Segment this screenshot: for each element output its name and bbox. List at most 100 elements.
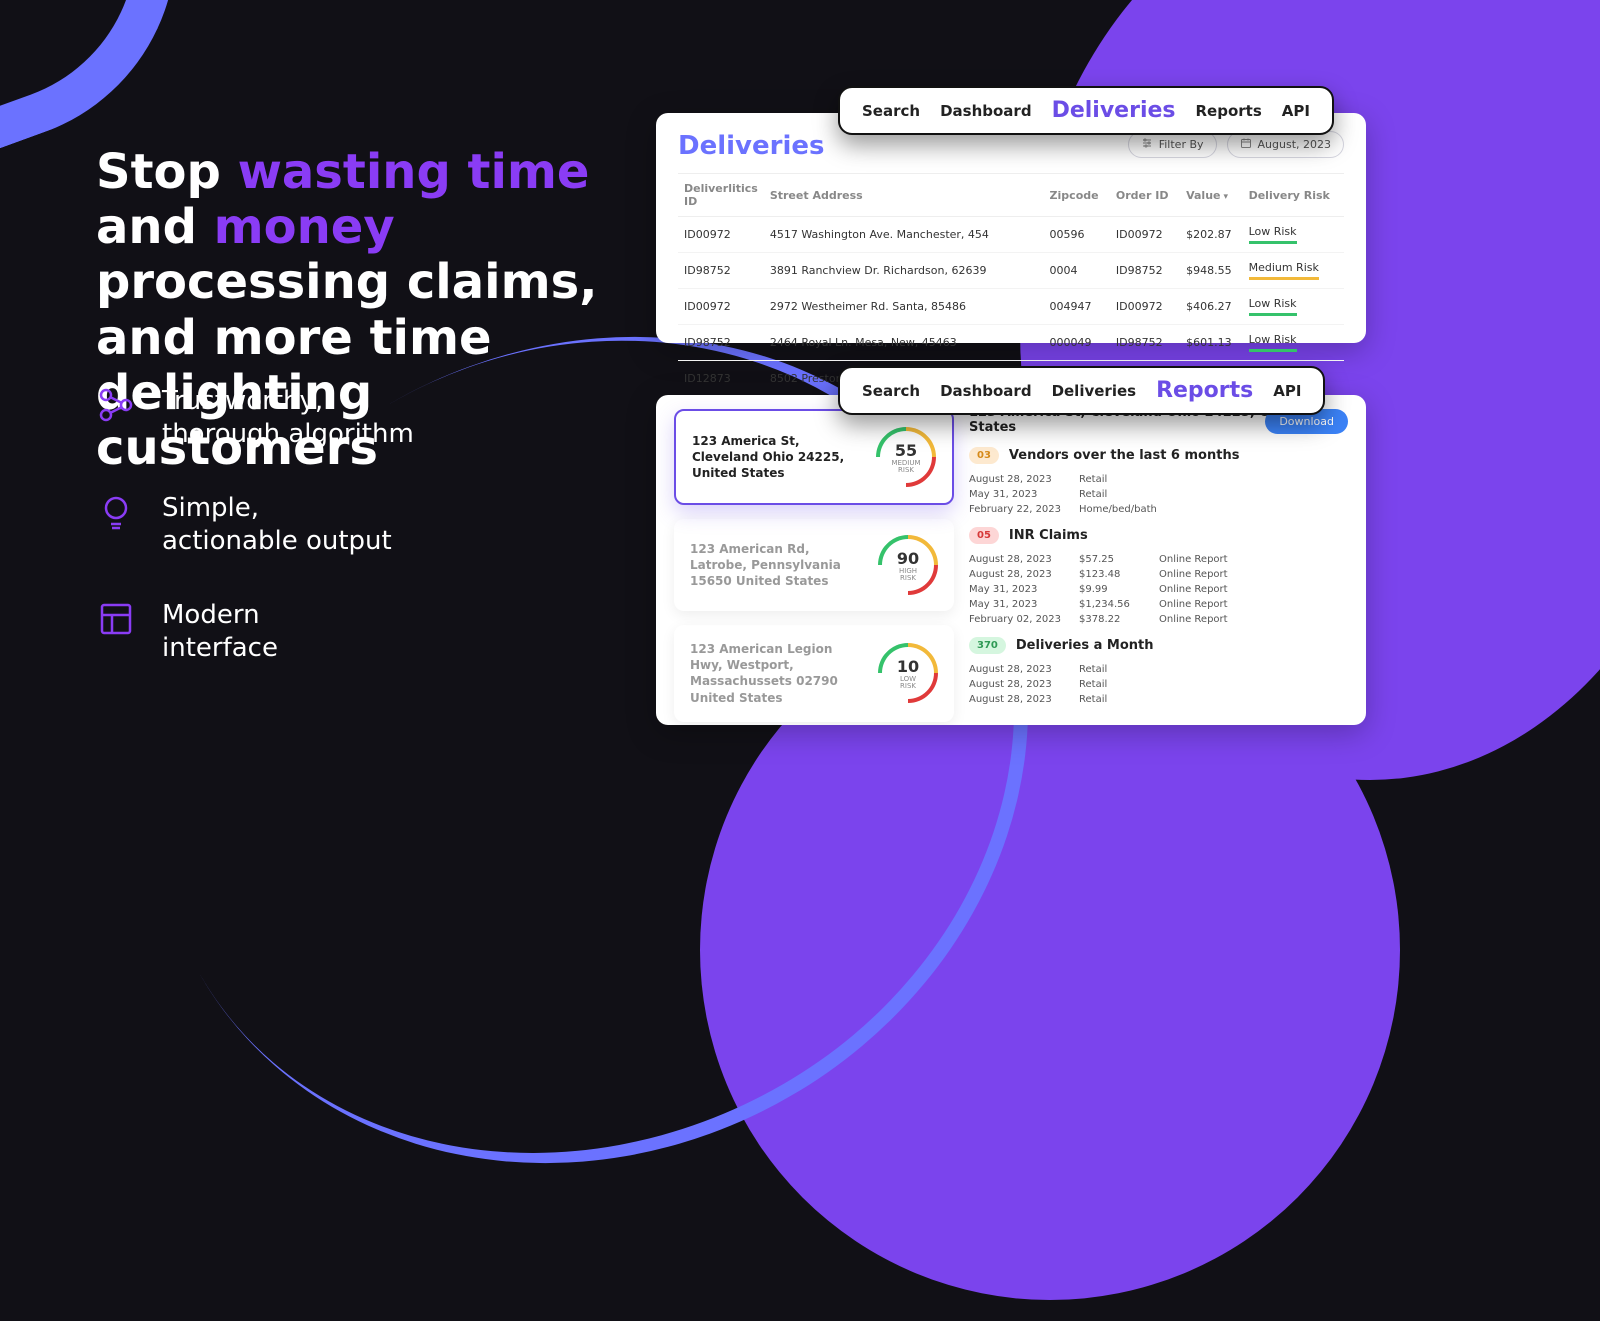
col-order-id[interactable]: Order ID [1110, 174, 1180, 217]
cell-val: $406.27 [1180, 289, 1242, 325]
nav-item-reports[interactable]: Reports [1196, 102, 1262, 120]
cell-id: ID00972 [678, 289, 764, 325]
col-zipcode[interactable]: Zipcode [1044, 174, 1110, 217]
nav-item-search[interactable]: Search [862, 102, 920, 120]
report-row: May 31, 2023Retail [969, 487, 1348, 502]
features-list: Trustworthy,thorough algorithm Simple,ac… [96, 385, 596, 706]
address-card[interactable]: 123 American Rd, Latrobe, Pennsylvania 1… [674, 519, 954, 611]
cell-addr: 2972 Westheimer Rd. Santa, 85486 [764, 289, 1044, 325]
report-row: May 31, 2023$9.99Online Report [969, 582, 1348, 597]
col-delivery-risk[interactable]: Delivery Risk [1243, 174, 1344, 217]
cell-val: $601.13 [1180, 325, 1242, 361]
deliveries-card: Deliveries Filter By August, 2023 Delive… [656, 113, 1366, 343]
report-section: 370 Deliveries a Month August 28, 2023Re… [969, 637, 1348, 707]
nav-item-api[interactable]: API [1273, 382, 1301, 400]
cell-addr: 3891 Ranchview Dr. Richardson, 62639 [764, 253, 1044, 289]
nav-pill-reports: Search Dashboard Deliveries Reports API [838, 366, 1325, 415]
report-row: August 28, 2023Retail [969, 692, 1348, 707]
cell-val: $202.87 [1180, 217, 1242, 253]
cell-zip: 000049 [1044, 325, 1110, 361]
bulb-icon [96, 492, 136, 532]
date-button[interactable]: August, 2023 [1227, 131, 1344, 158]
nav-item-deliveries[interactable]: Deliveries [1052, 98, 1176, 123]
feature-item: Moderninterface [96, 599, 596, 664]
feature-item: Simple,actionable output [96, 492, 596, 557]
cell-id: ID98752 [678, 325, 764, 361]
report-section: 05 INR Claims August 28, 2023$57.25Onlin… [969, 527, 1348, 627]
count-badge: 05 [969, 527, 999, 544]
nodes-icon [96, 385, 136, 425]
address-text: 123 America St, Cleveland Ohio 24225, Un… [692, 433, 864, 482]
feature-text: Trustworthy,thorough algorithm [162, 385, 414, 450]
report-row: August 28, 2023Retail [969, 677, 1348, 692]
address-text: 123 American Legion Hwy, Westport, Massa… [690, 641, 866, 706]
nav-item-dashboard[interactable]: Dashboard [940, 382, 1031, 400]
cell-val: $948.55 [1180, 253, 1242, 289]
cell-oid: ID98752 [1110, 253, 1180, 289]
cell-risk: Low Risk [1243, 325, 1344, 361]
nav-item-search[interactable]: Search [862, 382, 920, 400]
gauge-label: HIGHRISK [899, 568, 917, 582]
col-value[interactable]: Value▾ [1180, 174, 1242, 217]
address-text: 123 American Rd, Latrobe, Pennsylvania 1… [690, 541, 866, 590]
gauge-value: 90 [897, 549, 919, 568]
col-deliverlitics-id[interactable]: Deliverlitics ID [678, 174, 764, 217]
report-section: 03 Vendors over the last 6 months August… [969, 447, 1348, 517]
cell-addr: 4517 Washington Ave. Manchester, 454 [764, 217, 1044, 253]
table-row[interactable]: ID98752 3891 Ranchview Dr. Richardson, 6… [678, 253, 1344, 289]
report-row: May 31, 2023$1,234.56Online Report [969, 597, 1348, 612]
address-card[interactable]: 123 America St, Cleveland Ohio 24225, Un… [674, 409, 954, 505]
nav-pill-deliveries: Search Dashboard Deliveries Reports API [838, 86, 1334, 135]
cell-zip: 0004 [1044, 253, 1110, 289]
risk-gauge: 55 MEDIUMRISK [876, 427, 936, 487]
deliveries-table: Deliverlitics IDStreet AddressZipcodeOrd… [678, 173, 1344, 397]
cell-zip: 004947 [1044, 289, 1110, 325]
nav-item-reports[interactable]: Reports [1156, 378, 1253, 403]
table-row[interactable]: ID98752 2464 Royal Ln. Mesa, New, 45463 … [678, 325, 1344, 361]
cell-oid: ID00972 [1110, 217, 1180, 253]
report-row: August 28, 2023$123.48Online Report [969, 567, 1348, 582]
feature-item: Trustworthy,thorough algorithm [96, 385, 596, 450]
filter-button[interactable]: Filter By [1128, 131, 1217, 158]
cell-id: ID00972 [678, 217, 764, 253]
chevron-down-icon: ▾ [1224, 192, 1229, 202]
cell-risk: Low Risk [1243, 289, 1344, 325]
risk-gauge: 90 HIGHRISK [878, 535, 938, 595]
gauge-label: MEDIUMRISK [891, 460, 920, 474]
nav-item-dashboard[interactable]: Dashboard [940, 102, 1031, 120]
table-row[interactable]: ID00972 2972 Westheimer Rd. Santa, 85486… [678, 289, 1344, 325]
sliders-icon [1141, 137, 1153, 152]
report-section-title: 03 Vendors over the last 6 months [969, 447, 1348, 464]
nav-item-deliveries[interactable]: Deliveries [1052, 382, 1137, 400]
report-row: February 22, 2023Home/bed/bath [969, 502, 1348, 517]
col-street-address[interactable]: Street Address [764, 174, 1044, 217]
layout-icon [96, 599, 136, 639]
count-badge: 03 [969, 447, 999, 464]
gauge-value: 55 [895, 441, 917, 460]
report-row: August 28, 2023$57.25Online Report [969, 552, 1348, 567]
report-row: February 02, 2023$378.22Online Report [969, 612, 1348, 627]
cell-zip: 00596 [1044, 217, 1110, 253]
cell-oid: ID00972 [1110, 289, 1180, 325]
cell-id: ID98752 [678, 253, 764, 289]
gauge-value: 10 [897, 657, 919, 676]
cell-id: ID12873 [678, 361, 764, 397]
report-section-title: 370 Deliveries a Month [969, 637, 1348, 654]
cell-oid: ID98752 [1110, 325, 1180, 361]
feature-text: Simple,actionable output [162, 492, 392, 557]
cell-addr: 2464 Royal Ln. Mesa, New, 45463 [764, 325, 1044, 361]
address-card[interactable]: 123 American Legion Hwy, Westport, Massa… [674, 625, 954, 722]
gauge-label: LOWRISK [900, 676, 916, 690]
table-row[interactable]: ID00972 4517 Washington Ave. Manchester,… [678, 217, 1344, 253]
reports-card: Download 123 America St, Cleveland Ohio … [656, 395, 1366, 725]
report-section-title: 05 INR Claims [969, 527, 1348, 544]
cell-risk: Medium Risk [1243, 253, 1344, 289]
feature-text: Moderninterface [162, 599, 278, 664]
calendar-icon [1240, 137, 1252, 152]
report-row: August 28, 2023Retail [969, 662, 1348, 677]
report-row: August 28, 2023Retail [969, 472, 1348, 487]
risk-gauge: 10 LOWRISK [878, 643, 938, 703]
nav-item-api[interactable]: API [1282, 102, 1310, 120]
count-badge: 370 [969, 637, 1006, 654]
cell-risk: Low Risk [1243, 217, 1344, 253]
